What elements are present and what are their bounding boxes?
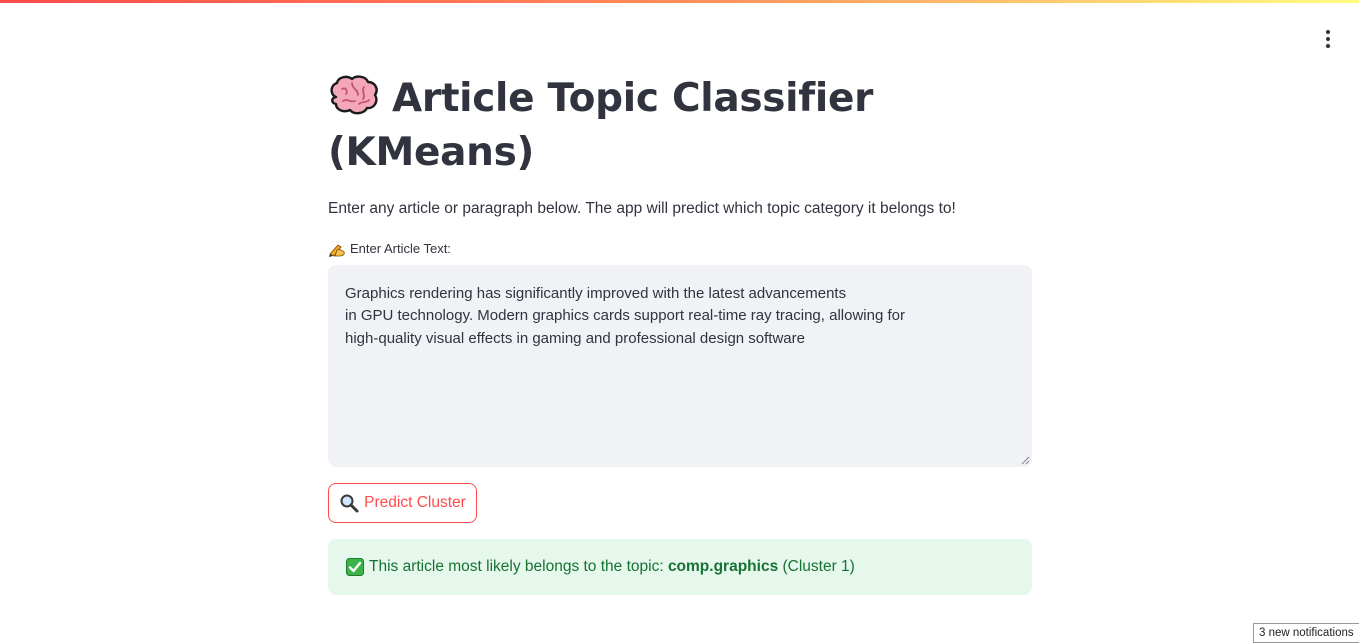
predict-cluster-button[interactable]: Predict Cluster: [328, 483, 477, 523]
result-topic: comp.graphics: [667, 558, 779, 575]
kebab-menu-dot: [1326, 44, 1330, 48]
resize-handle-icon[interactable]: [1020, 455, 1030, 465]
predict-cluster-label: Predict Cluster: [364, 494, 466, 511]
article-text-label: Enter Article Text:: [328, 240, 451, 258]
top-decoration-bar: [0, 0, 1359, 3]
check-mark-icon: [346, 558, 364, 576]
page-title: Article Topic Classifier (KMeans): [328, 72, 888, 180]
result-suffix: (Cluster 1): [778, 558, 855, 575]
kebab-menu-icon: [1326, 30, 1330, 34]
page-title-text: Article Topic Classifier (KMeans): [328, 76, 874, 175]
prediction-result-alert: This article most likely belongs to the …: [328, 539, 1032, 595]
notifications-badge[interactable]: 3 new notifications: [1253, 623, 1359, 643]
writing-hand-icon: [329, 244, 345, 257]
brain-icon: [330, 75, 378, 115]
main-menu-button[interactable]: [1316, 28, 1340, 50]
article-text-container: Graphics rendering has significantly imp…: [328, 265, 1032, 467]
kebab-menu-dot: [1326, 37, 1330, 41]
page-description: Enter any article or paragraph below. Th…: [328, 200, 956, 217]
magnifier-icon: [340, 494, 359, 513]
result-prefix: This article most likely belongs to the …: [369, 558, 668, 575]
article-text-label-text: Enter Article Text:: [350, 241, 451, 256]
article-text-input[interactable]: Graphics rendering has significantly imp…: [328, 265, 1032, 467]
